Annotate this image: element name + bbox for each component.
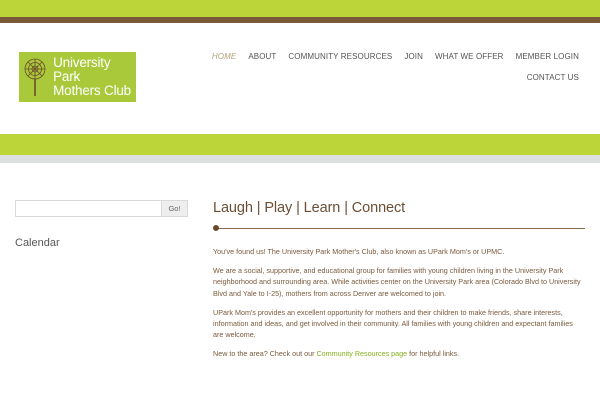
nav-home[interactable]: HOME [212, 52, 236, 66]
paragraph-new-to-area: New to the area? Check out our Community… [213, 348, 585, 359]
nav-community-resources[interactable]: COMMUNITY RESOURCES [288, 52, 392, 66]
nav-about[interactable]: ABOUT [248, 52, 276, 66]
search-form: Go! [15, 200, 188, 217]
intro-text: You've found us! The University Park Mot… [213, 246, 585, 360]
main-content: Laugh | Play | Learn | Connect You've fo… [213, 200, 585, 368]
paragraph-about: We are a social, supportive, and educati… [213, 266, 581, 298]
logo-line-2: Mothers Club [53, 83, 131, 98]
nav-row-1: HOME ABOUT COMMUNITY RESOURCES JOIN WHAT… [212, 52, 579, 66]
helpful-links-text: for helpful links. [407, 349, 460, 359]
title-divider [213, 225, 585, 231]
divider-line [216, 227, 585, 229]
paragraph-welcome: You've found us! The University Park Mot… [213, 247, 505, 256]
tree-logo-icon [19, 52, 51, 102]
nav-row-2: CONTACT US [249, 73, 579, 87]
top-brown-stripe [0, 17, 600, 23]
calendar-heading: Calendar [15, 237, 60, 249]
page-title: Laugh | Play | Learn | Connect [213, 200, 406, 216]
paragraph-opportunity: UPark Mom's provides an excellent opport… [213, 307, 573, 340]
header-band-shadow [0, 155, 600, 163]
nav-contact-us[interactable]: CONTACT US [527, 73, 579, 87]
divider-dot-icon [213, 225, 219, 231]
site-logo[interactable]: University Park Mothers Club [19, 52, 136, 102]
nav-member-login[interactable]: MEMBER LOGIN [516, 52, 579, 66]
logo-line-1: University Park [53, 55, 111, 84]
header-band [0, 134, 600, 155]
community-resources-link[interactable]: Community Resources page [316, 349, 407, 358]
search-input[interactable] [15, 200, 161, 217]
search-go-button[interactable]: Go! [161, 200, 188, 217]
logo-text: University Park Mothers Club [51, 56, 136, 98]
nav-join[interactable]: JOIN [404, 52, 423, 66]
nav-what-we-offer[interactable]: WHAT WE OFFER [435, 52, 504, 66]
main-navigation: HOME ABOUT COMMUNITY RESOURCES JOIN WHAT… [212, 52, 579, 94]
new-to-area-text: New to the area? Check out our [213, 349, 317, 359]
top-accent-bar [0, 0, 600, 17]
